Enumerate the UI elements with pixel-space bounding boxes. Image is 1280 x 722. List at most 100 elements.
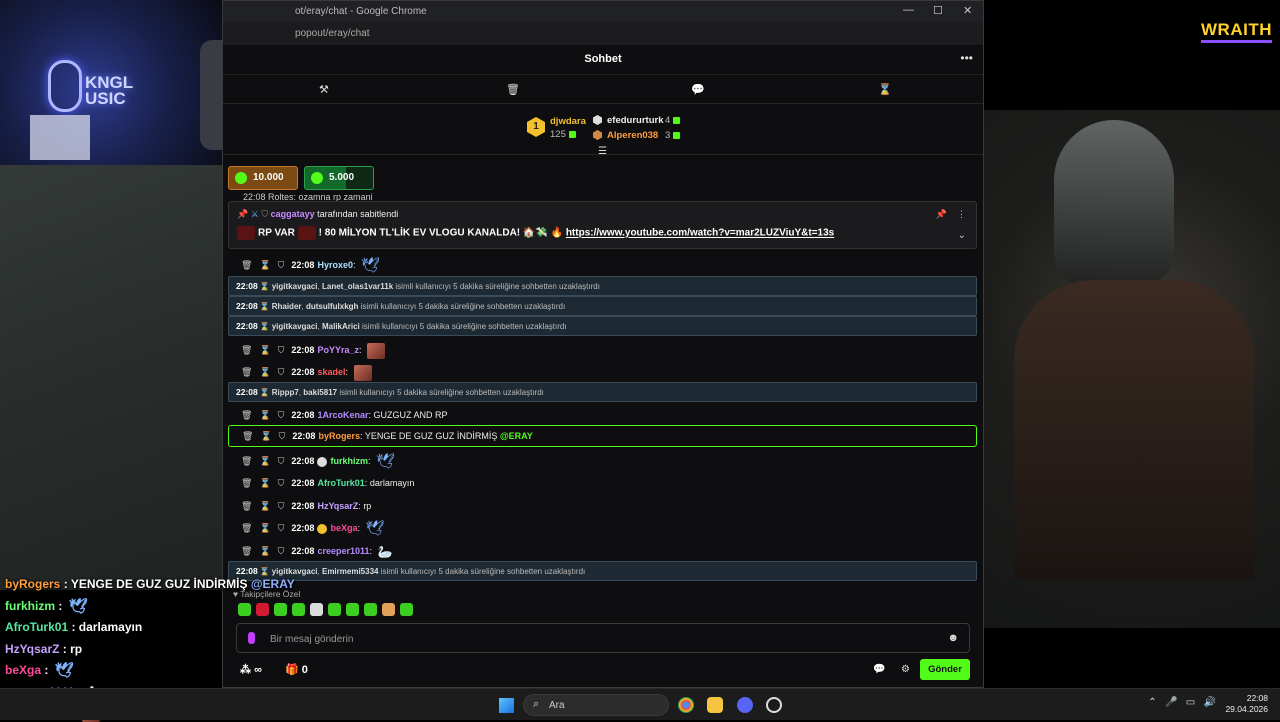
username[interactable]: Hyroxe0 xyxy=(317,260,353,270)
chat-input[interactable] xyxy=(270,630,870,648)
emote-8[interactable] xyxy=(364,603,377,616)
chevron-down-icon[interactable]: ⌄ xyxy=(958,230,966,241)
collapse-icon[interactable]: ☰ xyxy=(598,146,607,157)
target-name[interactable]: dutsulfulxkgh xyxy=(306,302,358,311)
trash-icon[interactable]: 🗑 xyxy=(241,260,252,270)
folder-icon[interactable] xyxy=(707,697,723,713)
shield-icon[interactable]: ⛉ xyxy=(278,367,285,377)
hourglass-icon[interactable]: ⌛ xyxy=(259,478,270,488)
trash-icon[interactable]: 🗑 xyxy=(241,456,252,466)
target-name[interactable]: baki5817 xyxy=(303,388,337,397)
shield-icon[interactable]: ⛉ xyxy=(278,546,285,556)
trash-icon[interactable]: 🗑 xyxy=(241,523,252,533)
mod-name[interactable]: yigitkavgaci xyxy=(272,567,318,576)
emote-3[interactable] xyxy=(274,603,287,616)
third-place-name[interactable]: Alperen038 xyxy=(607,130,658,141)
discord-icon[interactable] xyxy=(737,697,753,713)
target-name[interactable]: MalikArici xyxy=(322,322,360,331)
hourglass-icon[interactable]: ⌛ xyxy=(259,501,270,511)
taskbar-search[interactable]: ⌕ Ara xyxy=(523,694,669,716)
hourglass-icon[interactable]: ⌛ xyxy=(259,260,270,270)
mod-name[interactable]: yigitkavgaci xyxy=(272,282,318,291)
goal-10000[interactable]: 10.000 xyxy=(228,166,298,190)
emote-7[interactable] xyxy=(346,603,359,616)
emote-6[interactable] xyxy=(328,603,341,616)
username[interactable]: byRogers xyxy=(318,431,360,441)
chrome-taskbar-icon[interactable] xyxy=(678,697,694,713)
target-name[interactable]: Lanet_olas1var11k xyxy=(322,282,393,291)
clock[interactable]: 22:08 29.04.2026 xyxy=(1225,693,1268,715)
shield-icon[interactable]: ⛉ xyxy=(278,478,285,488)
first-place-name[interactable]: djwdara xyxy=(550,116,586,127)
more-icon[interactable]: ••• xyxy=(960,51,973,65)
hourglass-icon[interactable]: ⌛ xyxy=(259,367,270,377)
hammer-icon[interactable]: ⚒ xyxy=(319,83,329,96)
shield-icon[interactable]: ⛉ xyxy=(278,410,285,420)
emote-9[interactable] xyxy=(382,603,395,616)
emote-10[interactable] xyxy=(400,603,413,616)
stream-video-right xyxy=(984,110,1280,628)
trash-icon[interactable]: 🗑 xyxy=(241,345,252,355)
emote-2[interactable] xyxy=(256,603,269,616)
pinned-link[interactable]: https://www.youtube.com/watch?v=mar2LUZV… xyxy=(566,228,834,239)
title-bar: ot/eray/chat - Google Chrome — ☐ ✕ xyxy=(223,1,983,23)
trash-icon[interactable]: 🗑 xyxy=(506,83,520,96)
emote-goose: 🦢 xyxy=(377,544,393,559)
shield-icon[interactable]: ⛉ xyxy=(278,456,285,466)
trash-icon[interactable]: 🗑 xyxy=(241,501,252,511)
send-button[interactable]: Gönder xyxy=(920,659,970,680)
hourglass-icon[interactable]: ⌛ xyxy=(260,431,271,441)
hourglass-icon[interactable]: ⌛ xyxy=(259,456,270,466)
emoji-icon[interactable]: ☻ xyxy=(947,632,959,644)
mod-name[interactable]: Rhaider xyxy=(272,302,302,311)
hourglass-icon[interactable]: ⌛ xyxy=(259,546,270,556)
username[interactable]: HzYqsarZ xyxy=(317,501,358,511)
pin-actions[interactable]: 📌 ⋮ xyxy=(936,209,966,220)
username[interactable]: 1ArcoKenar xyxy=(317,410,368,420)
emote-5[interactable] xyxy=(310,603,323,616)
target-name[interactable]: Emirmemi5334 xyxy=(322,567,378,576)
username[interactable]: furkhizm xyxy=(330,456,368,466)
gear-icon[interactable]: ⚙ xyxy=(901,664,910,675)
username[interactable]: beXga xyxy=(330,523,357,533)
emote-4[interactable] xyxy=(292,603,305,616)
mod-name[interactable]: yigitkavgaci xyxy=(272,322,318,331)
neon-sign: KNGL USIC xyxy=(85,73,134,108)
gift-icon xyxy=(673,116,681,124)
goal-5000[interactable]: 5.000 xyxy=(304,166,374,190)
hourglass-icon[interactable]: ⌛ xyxy=(259,410,270,420)
address-bar[interactable]: popout/eray/chat xyxy=(223,23,983,45)
maximize-button[interactable]: ☐ xyxy=(933,4,943,17)
hourglass-icon[interactable]: ⌛ xyxy=(259,345,270,355)
shield-icon[interactable]: ⛉ xyxy=(278,345,285,355)
app-icon[interactable] xyxy=(766,697,782,713)
shield-icon[interactable]: ⛉ xyxy=(278,260,285,270)
gift-button[interactable]: 🎁 0 xyxy=(285,663,308,676)
username[interactable]: AfroTurk01 xyxy=(317,478,364,488)
mention[interactable]: @ERAY xyxy=(500,431,533,441)
username[interactable]: PoYYra_z xyxy=(317,345,359,355)
mic-icon[interactable] xyxy=(248,632,255,644)
chat-bubble-icon[interactable]: 💬 xyxy=(691,83,705,96)
shield-icon[interactable]: ⛉ xyxy=(278,501,285,511)
trash-icon[interactable]: 🗑 xyxy=(241,367,252,377)
trash-icon[interactable]: 🗑 xyxy=(241,546,252,556)
shield-icon[interactable]: ⛉ xyxy=(278,523,285,533)
hourglass-icon[interactable]: ⌛ xyxy=(259,523,270,533)
start-button[interactable] xyxy=(499,698,514,713)
shield-icon[interactable]: ⛉ xyxy=(279,431,286,441)
hourglass-icon[interactable]: ⌛ xyxy=(878,83,892,96)
message-text: rp xyxy=(363,501,372,511)
system-tray[interactable]: ⌃ 🎤 ▭ 🔊 xyxy=(1148,697,1216,708)
mod-name[interactable]: Rippp7 xyxy=(272,388,299,397)
trash-icon[interactable]: 🗑 xyxy=(241,478,252,488)
trash-icon[interactable]: 🗑 xyxy=(242,431,253,441)
chat-settings-bubble-icon[interactable]: 💬 xyxy=(873,664,885,675)
trash-icon[interactable]: 🗑 xyxy=(241,410,252,420)
second-place-name[interactable]: efedururturk xyxy=(607,115,663,126)
minimize-button[interactable]: — xyxy=(903,4,914,16)
close-button[interactable]: ✕ xyxy=(963,4,972,17)
username[interactable]: skadel xyxy=(317,367,345,377)
overlay-username: AfroTurk01 xyxy=(5,620,69,634)
username[interactable]: creeper1011 xyxy=(317,546,369,556)
